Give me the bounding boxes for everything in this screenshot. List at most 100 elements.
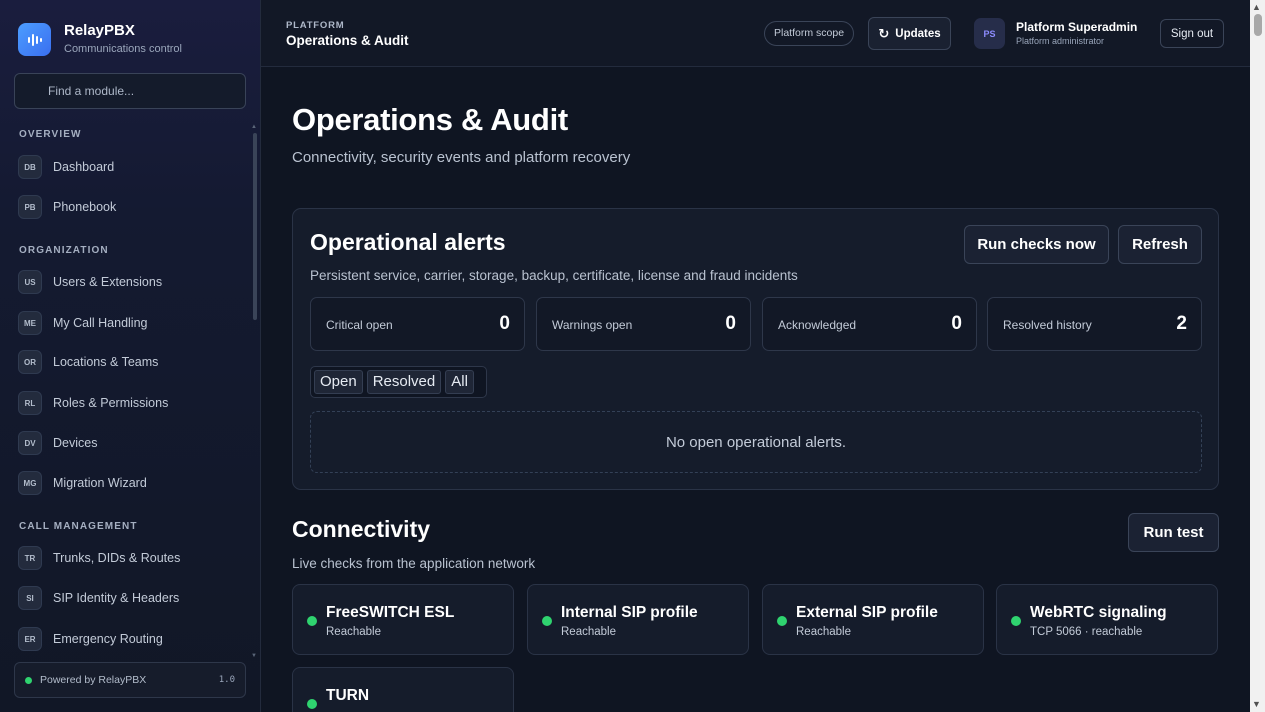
sidebar-item-my-call-handling[interactable]: ME My Call Handling xyxy=(18,310,147,336)
page-title: Operations & Audit xyxy=(292,102,568,137)
sidebar-scrollbar-thumb[interactable] xyxy=(253,133,257,320)
status-ok-icon xyxy=(1011,616,1021,626)
sip-identity-icon: SI xyxy=(18,586,42,610)
check-card-webrtc-signaling: WebRTC signaling TCP 5066 · reachable xyxy=(996,584,1218,655)
check-status: Reachable xyxy=(561,626,616,638)
sidebar-item-label: Devices xyxy=(53,436,98,450)
stat-label: Resolved history xyxy=(1003,318,1092,332)
connectivity-title: Connectivity xyxy=(292,516,431,542)
filter-open[interactable]: Open xyxy=(314,370,363,394)
scope-badge[interactable]: Platform scope xyxy=(764,21,855,46)
sidebar-item-label: My Call Handling xyxy=(53,316,148,330)
breadcrumb-eyebrow: PLATFORM xyxy=(286,20,345,31)
trunks-icon: TR xyxy=(18,546,42,570)
stat-value: 2 xyxy=(1176,313,1187,334)
stat-value: 0 xyxy=(499,313,510,334)
topbar: PLATFORM Operations & Audit Platform sco… xyxy=(261,0,1250,67)
page-subtitle: Connectivity, security events and platfo… xyxy=(292,149,631,166)
check-name: Internal SIP profile xyxy=(561,604,698,621)
run-checks-button[interactable]: Run checks now xyxy=(964,225,1109,264)
migration-icon: MG xyxy=(18,471,42,495)
updates-button[interactable]: ↻ Updates xyxy=(868,17,951,50)
status-ok-icon xyxy=(307,616,317,626)
brand[interactable]: RelayPBX Communications control xyxy=(18,22,182,57)
stat-resolved-history: Resolved history 2 xyxy=(987,297,1202,351)
connectivity-description: Live checks from the application network xyxy=(292,556,536,571)
run-test-button[interactable]: Run test xyxy=(1128,513,1219,552)
stat-label: Acknowledged xyxy=(778,318,857,332)
call-handling-icon: ME xyxy=(18,311,42,335)
operational-alerts-card: Operational alerts Persistent service, c… xyxy=(292,208,1219,490)
page-scroll-up-icon[interactable]: ▲ xyxy=(1252,2,1261,12)
sidebar-item-label: Locations & Teams xyxy=(53,355,159,369)
sidebar-item-dashboard[interactable]: DB Dashboard xyxy=(18,154,114,180)
check-card-internal-sip: Internal SIP profile Reachable xyxy=(527,584,749,655)
sidebar-item-emergency-routing[interactable]: ER Emergency Routing xyxy=(18,626,163,652)
check-status: Reachable xyxy=(326,626,381,638)
check-status: Reachable xyxy=(796,626,851,638)
sidebar-item-label: SIP Identity & Headers xyxy=(53,591,180,605)
sidebar-item-locations-teams[interactable]: OR Locations & Teams xyxy=(18,349,158,375)
user-name: Platform Superadmin xyxy=(1016,20,1138,34)
status-ok-icon xyxy=(777,616,787,626)
page-scrollbar[interactable] xyxy=(1250,0,1265,712)
roles-icon: RL xyxy=(18,391,42,415)
scroll-down-icon[interactable]: ▼ xyxy=(251,653,257,659)
page-scroll-down-icon[interactable]: ▼ xyxy=(1252,699,1261,709)
sidebar-item-label: Dashboard xyxy=(53,160,115,174)
stat-warnings-open: Warnings open 0 xyxy=(536,297,751,351)
stat-value: 0 xyxy=(951,313,962,334)
powered-by-label: Powered by RelayPBX xyxy=(40,674,147,686)
filter-resolved[interactable]: Resolved xyxy=(366,370,442,394)
alerts-title: Operational alerts xyxy=(310,229,506,255)
stat-label: Critical open xyxy=(326,318,393,332)
sidebar-item-label: Users & Extensions xyxy=(53,275,163,289)
scroll-up-icon[interactable]: ▲ xyxy=(251,124,257,130)
check-status: TCP 5066 · reachable xyxy=(1030,626,1143,638)
check-card-external-sip: External SIP profile Reachable xyxy=(762,584,984,655)
phonebook-icon: PB xyxy=(18,195,42,219)
dashboard-icon: DB xyxy=(18,155,42,179)
alert-filter-group: Open Resolved All xyxy=(310,366,487,398)
brand-subtitle: Communications control xyxy=(64,43,182,55)
breadcrumb-title: Operations & Audit xyxy=(286,33,409,48)
alerts-empty-state: No open operational alerts. xyxy=(310,411,1202,473)
check-card-turn: TURN xyxy=(292,667,514,712)
page-scrollbar-thumb[interactable] xyxy=(1254,14,1262,36)
brand-name: RelayPBX xyxy=(64,22,135,39)
sidebar-item-sip-identity-headers[interactable]: SI SIP Identity & Headers xyxy=(18,585,179,611)
sidebar-item-migration-wizard[interactable]: MG Migration Wizard xyxy=(18,470,147,496)
module-search-input[interactable] xyxy=(14,73,246,109)
sign-out-button[interactable]: Sign out xyxy=(1160,19,1224,48)
stat-acknowledged: Acknowledged 0 xyxy=(762,297,977,351)
sidebar-item-users-extensions[interactable]: US Users & Extensions xyxy=(18,269,162,295)
filter-all[interactable]: All xyxy=(445,370,474,394)
user-role: Platform administrator xyxy=(1016,36,1105,46)
refresh-icon: ↻ xyxy=(878,25,890,41)
check-name: TURN xyxy=(326,687,370,704)
sidebar-item-phonebook[interactable]: PB Phonebook xyxy=(18,194,116,220)
version-label: 1.0 xyxy=(218,675,235,685)
sidebar-item-roles-permissions[interactable]: RL Roles & Permissions xyxy=(18,390,168,416)
sidebar-item-label: Emergency Routing xyxy=(53,632,163,646)
sidebar-item-devices[interactable]: DV Devices xyxy=(18,430,97,456)
devices-icon: DV xyxy=(18,431,42,455)
updates-label: Updates xyxy=(895,27,941,40)
check-name: FreeSWITCH ESL xyxy=(326,604,455,621)
status-ok-icon xyxy=(542,616,552,626)
stat-critical-open: Critical open 0 xyxy=(310,297,525,351)
sidebar-item-label: Roles & Permissions xyxy=(53,396,169,410)
refresh-button[interactable]: Refresh xyxy=(1118,225,1202,264)
main-content: Operations & Audit Connectivity, securit… xyxy=(261,67,1250,712)
users-icon: US xyxy=(18,270,42,294)
stat-label: Warnings open xyxy=(552,318,633,332)
sidebar-item-label: Trunks, DIDs & Routes xyxy=(53,551,181,565)
sidebar-item-label: Migration Wizard xyxy=(53,476,147,490)
nav-section-title: OVERVIEW xyxy=(19,129,82,140)
locations-icon: OR xyxy=(18,350,42,374)
check-name: WebRTC signaling xyxy=(1030,604,1167,621)
nav-section-title: CALL MANAGEMENT xyxy=(19,521,138,532)
avatar[interactable]: PS xyxy=(974,18,1005,49)
sidebar-item-label: Phonebook xyxy=(53,200,117,214)
sidebar-item-trunks-dids-routes[interactable]: TR Trunks, DIDs & Routes xyxy=(18,545,180,571)
